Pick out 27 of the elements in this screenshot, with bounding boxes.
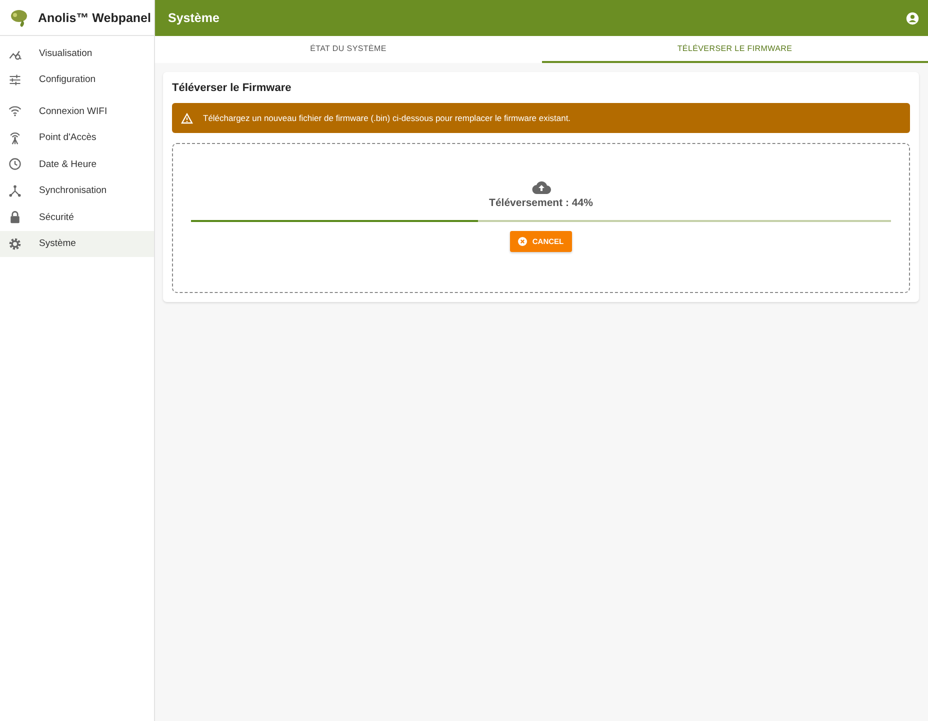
lock-icon [8,210,22,224]
sidebar-item[interactable]: Visualisation [0,40,154,66]
cancel-icon [518,237,528,246]
sidebar-item[interactable]: Synchronisation [0,178,154,204]
warning-icon [181,112,193,124]
antenna-icon [8,130,22,145]
sidebar-item[interactable]: Sécurité [0,204,154,230]
settings-icon [8,236,22,251]
network-icon [8,184,22,198]
tab[interactable]: TÉLÉVERSER LE FIRMWARE [542,36,928,63]
app-title: Anolis™ Webpanel [38,10,151,24]
clock-icon [8,157,22,172]
chameleon-logo [9,8,29,28]
sliders-icon [8,72,22,87]
account-icon[interactable] [906,12,919,24]
sidebar-item[interactable]: Date & Heure [0,151,154,178]
tab[interactable]: ÉTAT DU SYSTÈME [155,36,542,63]
cloud-upload-icon [532,180,550,194]
sidebar-item[interactable]: Système [0,230,154,257]
wifi-icon [8,104,22,118]
card-title: Téléverser le Firmware [172,82,292,94]
page-title: Système [168,11,220,25]
sidebar-item[interactable]: Point d'Accès [0,124,154,151]
upload-status: Téléversement : 44% [489,197,593,209]
alert-text: Téléchargez un nouveau fichier de firmware (.bin) ci-dessous pour remplacer le firmware existant. [203,113,571,123]
sidebar-item[interactable]: Configuration [0,66,154,93]
sidebar-item[interactable]: Connexion WIFI [0,98,154,124]
